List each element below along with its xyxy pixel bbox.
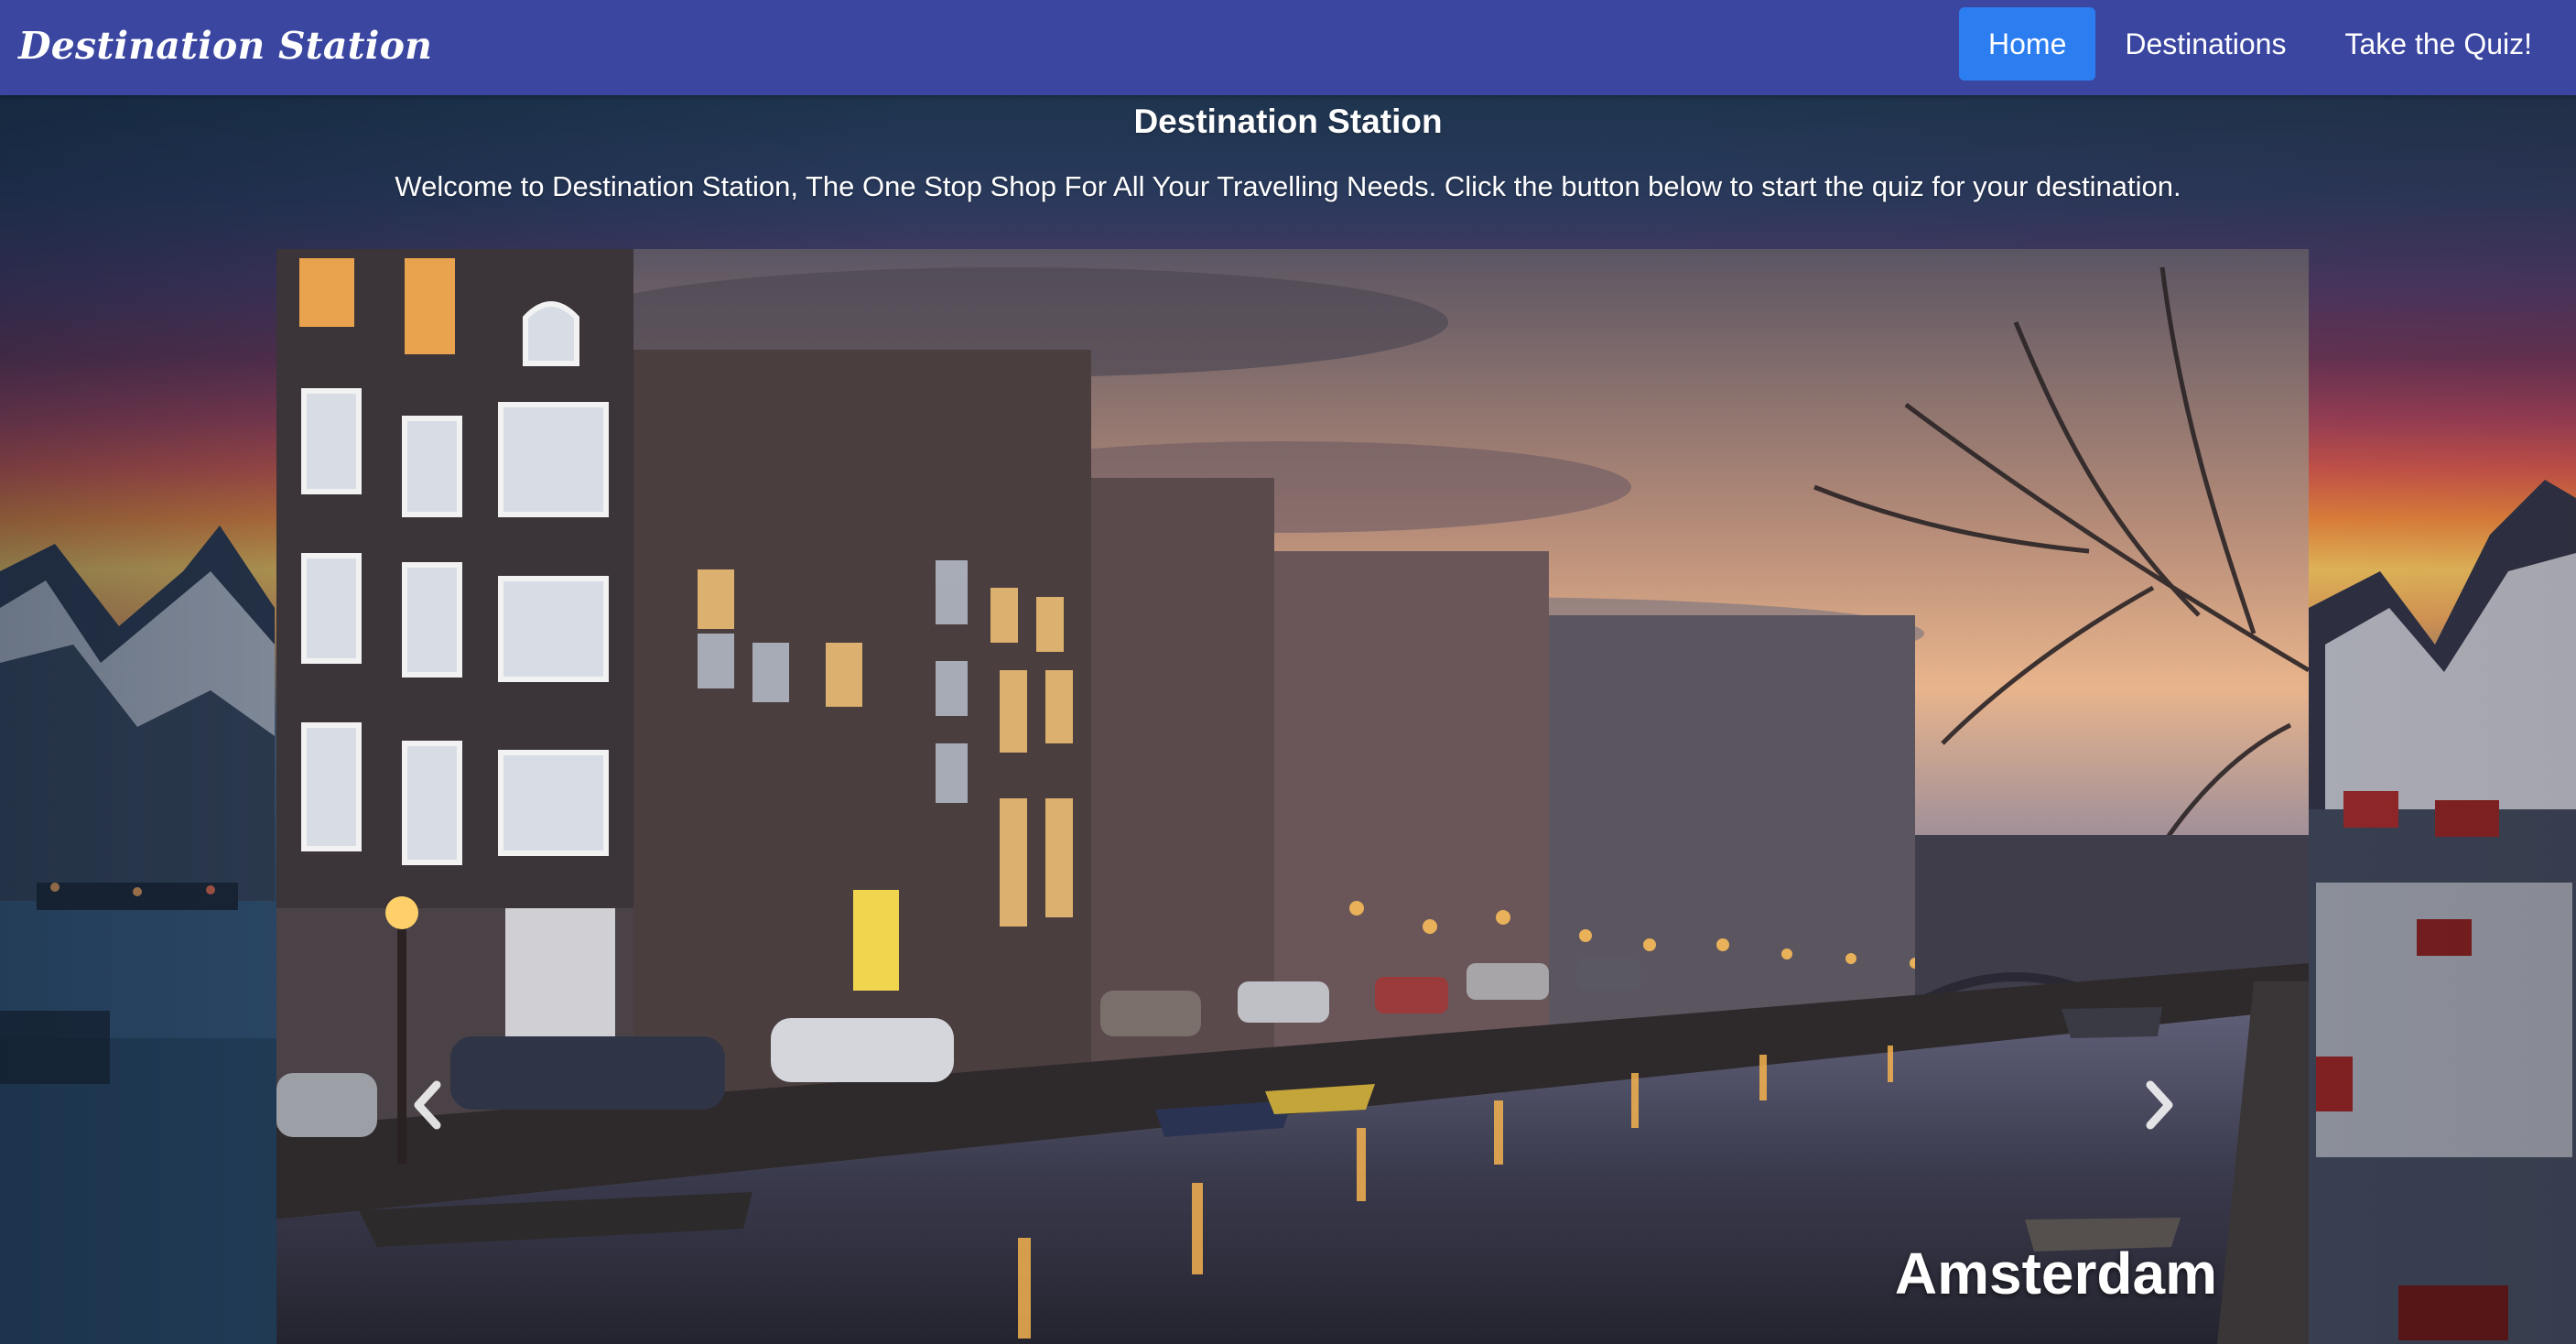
image-carousel: Amsterdam xyxy=(276,249,2309,1344)
brand-logo[interactable]: Destination Station xyxy=(18,0,432,95)
chevron-left-icon xyxy=(414,1080,441,1130)
carousel-caption: Amsterdam xyxy=(1894,1241,2217,1306)
nav-menu: Home Destinations Take the Quiz! xyxy=(1959,7,2561,81)
nav-item-destinations[interactable]: Destinations xyxy=(2095,7,2315,81)
carousel-next-button[interactable] xyxy=(2132,1073,2187,1137)
carousel-slide-image xyxy=(276,249,2309,1344)
nav-item-take-quiz[interactable]: Take the Quiz! xyxy=(2315,7,2561,81)
navbar: Destination Station Home Destinations Ta… xyxy=(0,0,2576,95)
welcome-text: Welcome to Destination Station, The One … xyxy=(395,170,2181,202)
chevron-right-icon xyxy=(2146,1080,2173,1130)
page-title: Destination Station xyxy=(1133,103,1443,140)
nav-item-home[interactable]: Home xyxy=(1959,7,2096,81)
carousel-prev-button[interactable] xyxy=(400,1073,455,1137)
